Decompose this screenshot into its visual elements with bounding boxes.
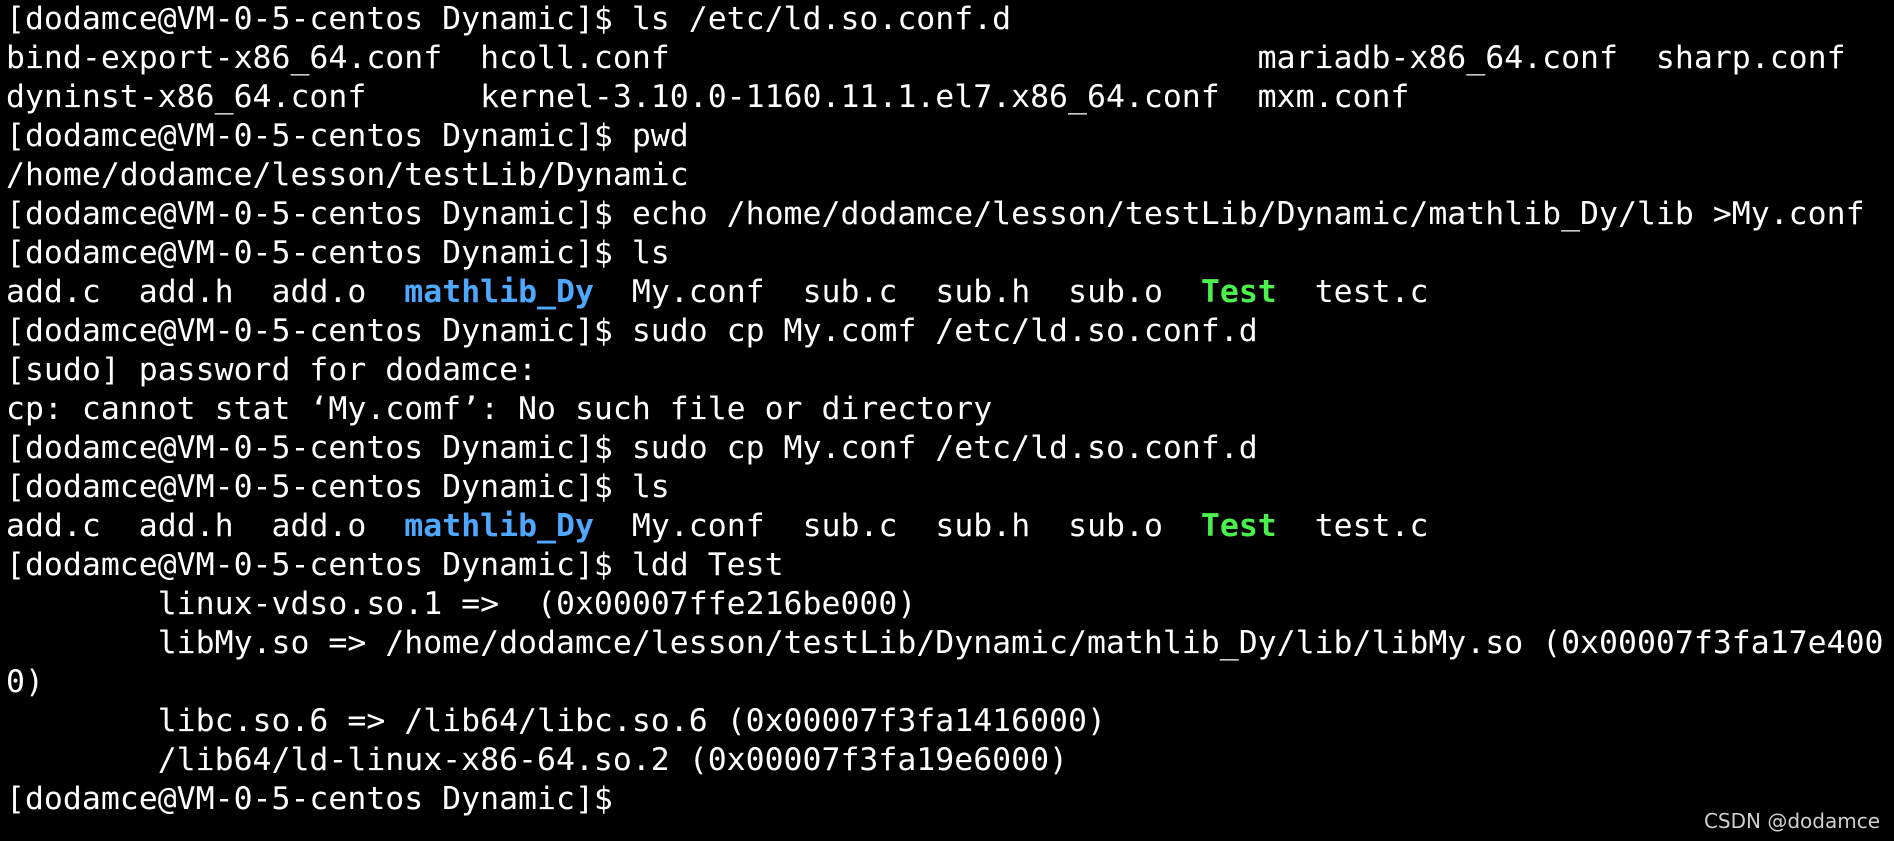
ls-file-entry: test.c bbox=[1314, 508, 1429, 544]
terminal-line: [dodamce@VM-0-5-centos Dynamic]$ echo /h… bbox=[6, 196, 1865, 232]
ls-executable-entry: Test bbox=[1200, 274, 1277, 310]
terminal-prompt-line[interactable]: [dodamce@VM-0-5-centos Dynamic]$ bbox=[6, 780, 1894, 819]
ls-file-entry: sub.h bbox=[935, 508, 1031, 544]
terminal-line: [dodamce@VM-0-5-centos Dynamic]$ sudo cp… bbox=[6, 313, 1258, 349]
terminal-line: [dodamce@VM-0-5-centos Dynamic]$ ldd Tes… bbox=[6, 547, 784, 583]
terminal-line: [sudo] password for dodamce: bbox=[6, 352, 538, 388]
ls-output-line: add.c add.h add.o mathlib_Dy My.conf sub… bbox=[6, 273, 1894, 312]
terminal-line: libc.so.6 => /lib64/libc.so.6 (0x00007f3… bbox=[6, 703, 1106, 739]
ls-file-entry: My.conf bbox=[631, 508, 765, 544]
terminal-line: linux-vdso.so.1 => (0x00007ffe216be000) bbox=[6, 586, 917, 622]
watermark-text: CSDN @dodamce bbox=[1703, 809, 1880, 833]
ls-file-entry: My.conf bbox=[631, 274, 765, 310]
ls-directory-entry: mathlib_Dy bbox=[404, 508, 594, 544]
terminal-line: libMy.so => /home/dodamce/lesson/testLib… bbox=[6, 625, 1884, 661]
terminal-line: /home/dodamce/lesson/testLib/Dynamic bbox=[6, 157, 689, 193]
terminal-line: [dodamce@VM-0-5-centos Dynamic]$ pwd bbox=[6, 118, 689, 154]
ls-file-entry: sub.h bbox=[935, 274, 1031, 310]
ls-file-entry: add.o bbox=[271, 508, 367, 544]
ls-file-entry: sub.o bbox=[1068, 274, 1163, 310]
terminal-line: /lib64/ld-linux-x86-64.so.2 (0x00007f3fa… bbox=[6, 742, 1069, 778]
terminal-line: [dodamce@VM-0-5-centos Dynamic]$ ls bbox=[6, 469, 670, 505]
terminal-line: bind-export-x86_64.conf hcoll.conf maria… bbox=[6, 40, 1846, 76]
ls-file-entry: test.c bbox=[1314, 274, 1429, 310]
ls-file-entry: sub.c bbox=[802, 508, 898, 544]
ls-file-entry: add.c bbox=[6, 274, 101, 310]
ls-file-entry: sub.c bbox=[802, 274, 898, 310]
ls-file-entry: add.c bbox=[6, 508, 101, 544]
ls-output-line: add.c add.h add.o mathlib_Dy My.conf sub… bbox=[6, 507, 1894, 546]
terminal-line: 0) bbox=[6, 664, 44, 700]
terminal-line: dyninst-x86_64.conf kernel-3.10.0-1160.1… bbox=[6, 79, 1410, 115]
terminal-line: [dodamce@VM-0-5-centos Dynamic]$ sudo cp… bbox=[6, 430, 1258, 466]
terminal-window[interactable]: [dodamce@VM-0-5-centos Dynamic]$ ls /etc… bbox=[0, 0, 1894, 841]
terminal-line: [dodamce@VM-0-5-centos Dynamic]$ ls /etc… bbox=[6, 1, 1012, 37]
terminal-line: [dodamce@VM-0-5-centos Dynamic]$ ls bbox=[6, 235, 670, 271]
terminal-line: cp: cannot stat ‘My.comf’: No such file … bbox=[6, 391, 993, 427]
ls-file-entry: sub.o bbox=[1068, 508, 1163, 544]
ls-directory-entry: mathlib_Dy bbox=[404, 274, 594, 310]
ls-file-entry: add.o bbox=[271, 274, 367, 310]
ls-executable-entry: Test bbox=[1200, 508, 1277, 544]
ls-file-entry: add.h bbox=[138, 508, 234, 544]
ls-file-entry: add.h bbox=[138, 274, 234, 310]
